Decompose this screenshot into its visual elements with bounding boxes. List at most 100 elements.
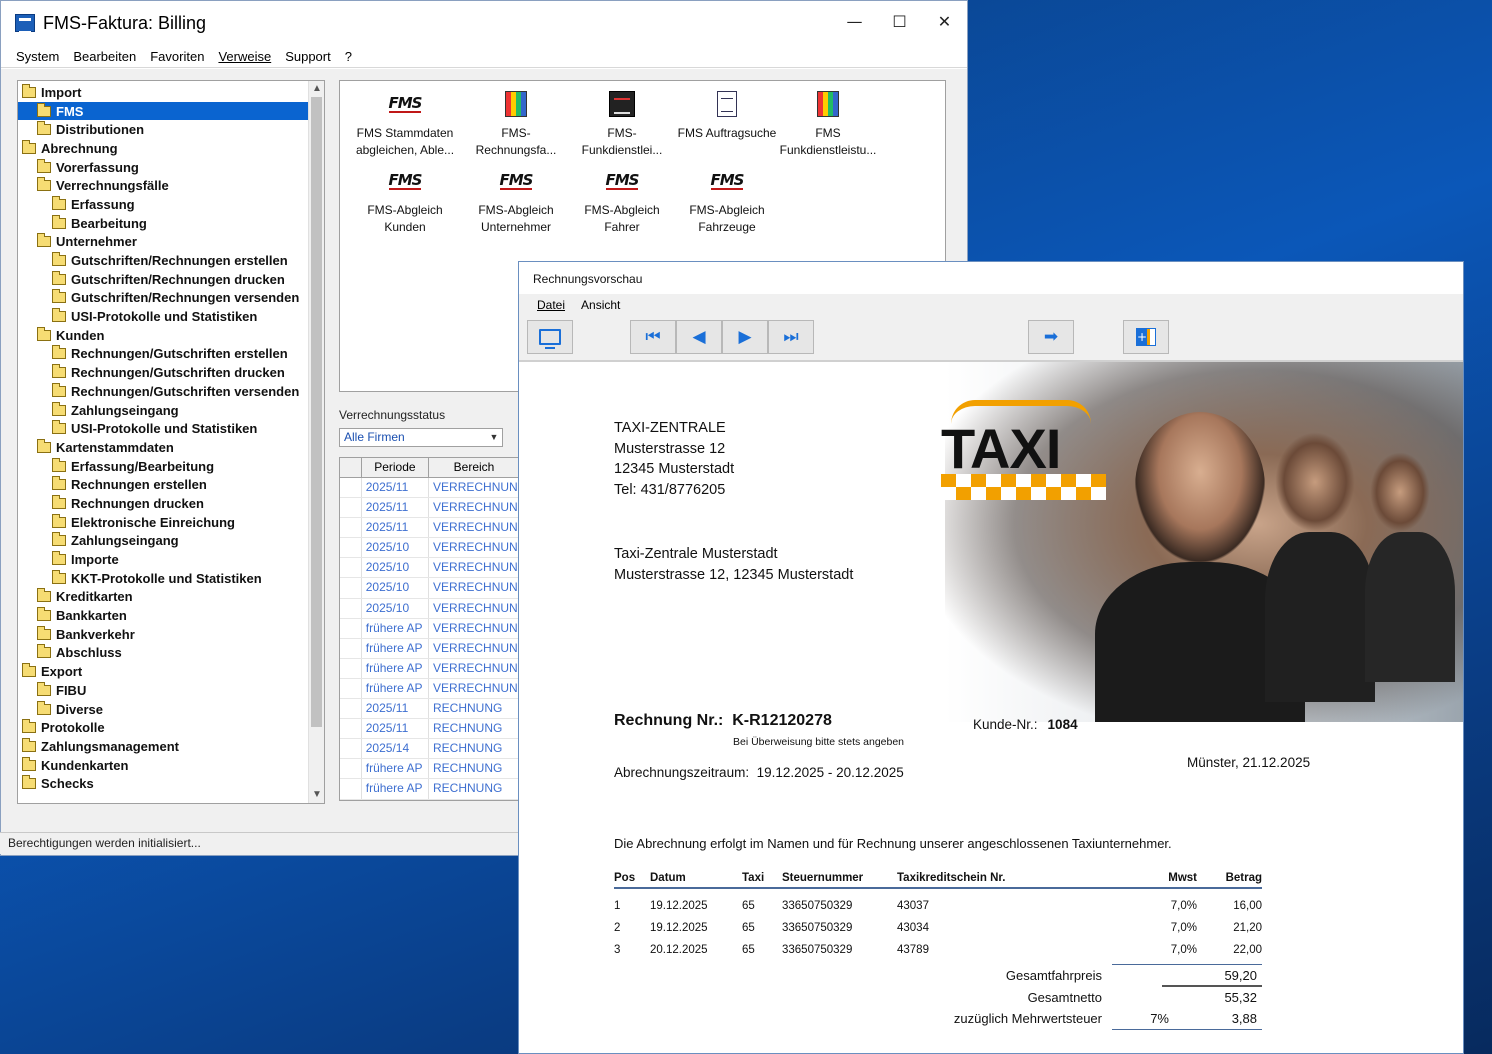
row-selector[interactable] (340, 518, 362, 538)
menu-support[interactable]: Support (285, 49, 331, 64)
tree-item[interactable]: Rechnungen drucken (18, 494, 310, 513)
grid-header-periode[interactable]: Periode (362, 458, 430, 477)
tree-item[interactable]: Rechnungen/Gutschriften drucken (18, 363, 310, 382)
tree-item[interactable]: Export (18, 662, 310, 681)
tree-item[interactable]: Schecks (18, 774, 310, 793)
table-row[interactable]: frühere APVERRECHNUNGS (340, 658, 520, 679)
tree-item[interactable]: Rechnungen erstellen (18, 475, 310, 494)
tree-item[interactable]: Import (18, 83, 310, 102)
function-shortcut[interactable]: FMS FMS Stammdaten abgleichen, Able... (350, 87, 460, 159)
menu-help[interactable]: ? (345, 49, 352, 64)
table-row[interactable]: 2025/11VERRECHNUNGS (340, 518, 520, 539)
tree-item[interactable]: Zahlungseingang (18, 532, 310, 551)
tree-item[interactable]: KKT-Protokolle und Statistiken (18, 569, 310, 588)
tree-item[interactable]: Erfassung/Bearbeitung (18, 457, 310, 476)
scroll-thumb[interactable] (311, 97, 322, 727)
tree-item[interactable]: Bearbeitung (18, 214, 310, 233)
table-row[interactable]: 2025/11VERRECHNUNGS (340, 478, 520, 499)
tree-item[interactable]: Abrechnung (18, 139, 310, 158)
tree-item[interactable]: Zahlungsmanagement (18, 737, 310, 756)
row-selector[interactable] (340, 759, 362, 779)
tree-item[interactable]: Distributionen (18, 120, 310, 139)
row-selector[interactable] (340, 538, 362, 558)
tree-item[interactable]: USI-Protokolle und Statistiken (18, 307, 310, 326)
table-row[interactable]: 2025/14 RECHNUNG (340, 739, 520, 760)
row-selector[interactable] (340, 478, 362, 498)
chevron-down-icon[interactable]: ▼ (486, 429, 502, 446)
maximize-button[interactable]: ☐ (877, 1, 922, 41)
tree-item[interactable]: Vorerfassung (18, 158, 310, 177)
navigation-tree[interactable]: Import FMS Distributionen Abrechnung Vorerfa… (17, 80, 325, 804)
tree-item[interactable]: Zahlungseingang (18, 401, 310, 420)
menu-verweise[interactable]: Verweise (218, 49, 271, 64)
scroll-down-icon[interactable]: ▼ (309, 787, 324, 803)
menu-favoriten[interactable]: Favoriten (150, 49, 204, 64)
row-selector[interactable] (340, 739, 362, 759)
goto-page-button[interactable]: ➡ (1028, 320, 1074, 354)
table-row[interactable]: frühere APVERRECHNUNGS (340, 638, 520, 659)
function-shortcut[interactable]: FMS Auftragsuche (672, 87, 782, 142)
function-shortcut[interactable]: FMS FMS-Abgleich Fahrzeuge (672, 164, 782, 236)
function-shortcut[interactable]: FMS-Funkdienstlei... (567, 87, 677, 159)
split-view-button[interactable]: + (1123, 320, 1169, 354)
row-selector[interactable] (340, 598, 362, 618)
company-select[interactable]: Alle Firmen ▼ (339, 428, 503, 447)
row-selector[interactable] (340, 558, 362, 578)
tree-item[interactable]: Unternehmer (18, 233, 310, 252)
tree-item[interactable]: Kartenstammdaten (18, 438, 310, 457)
row-selector[interactable] (340, 779, 362, 799)
function-shortcut[interactable]: FMS FMS-Abgleich Fahrer (567, 164, 677, 236)
tree-item[interactable]: FMS (18, 101, 310, 121)
tree-item[interactable]: Rechnungen/Gutschriften versenden (18, 382, 310, 401)
menu-system[interactable]: System (16, 49, 59, 64)
tree-item[interactable]: Protokolle (18, 718, 310, 737)
tree-item[interactable]: Bankverkehr (18, 625, 310, 644)
tree-item[interactable]: Kunden (18, 326, 310, 345)
first-page-button[interactable]: ⏮ (630, 320, 676, 354)
tree-item[interactable]: Rechnungen/Gutschriften erstellen (18, 345, 310, 364)
tree-item[interactable]: Erfassung (18, 195, 310, 214)
menu-bearbeiten[interactable]: Bearbeiten (73, 49, 136, 64)
menu-datei[interactable]: Datei (537, 298, 565, 312)
table-row[interactable]: frühere APVERRECHNUNGS (340, 618, 520, 639)
function-shortcut[interactable]: FMS FMS-Abgleich Kunden (350, 164, 460, 236)
tree-item[interactable]: FIBU (18, 681, 310, 700)
table-row[interactable]: 2025/11 RECHNUNG (340, 699, 520, 720)
table-row[interactable]: 2025/10VERRECHNUNGS (340, 558, 520, 579)
next-page-button[interactable]: ▶ (722, 320, 768, 354)
row-selector[interactable] (340, 719, 362, 739)
table-row[interactable]: 2025/10VERRECHNUNGS (340, 538, 520, 559)
tree-item[interactable]: Gutschriften/Rechnungen erstellen (18, 251, 310, 270)
row-selector[interactable] (340, 678, 362, 699)
grid-header-bereich[interactable]: Bereich (429, 458, 520, 477)
prev-page-button[interactable]: ◀ (676, 320, 722, 354)
function-shortcut[interactable]: FMS-Rechnungsfa... (461, 87, 571, 159)
function-shortcut[interactable]: FMS FMS-Abgleich Unternehmer (461, 164, 571, 236)
last-page-button[interactable]: ⏭ (768, 320, 814, 354)
table-row[interactable]: 2025/11VERRECHNUNGS (340, 498, 520, 519)
row-selector[interactable] (340, 578, 362, 598)
row-selector[interactable] (340, 618, 362, 638)
menu-ansicht[interactable]: Ansicht (581, 298, 620, 312)
tree-item[interactable]: Diverse (18, 700, 310, 719)
table-row[interactable]: frühere AP RECHNUNG (340, 759, 520, 780)
table-row[interactable]: frühere APVERRECHNUNGS (340, 678, 520, 700)
tree-item[interactable]: Kundenkarten (18, 756, 310, 775)
close-button[interactable]: ✕ (922, 1, 967, 41)
tree-item[interactable]: Gutschriften/Rechnungen versenden (18, 289, 310, 308)
minimize-button[interactable]: — (832, 1, 877, 41)
tree-item[interactable]: Bankkarten (18, 606, 310, 625)
table-row[interactable]: 2025/10VERRECHNUNGS (340, 598, 520, 619)
tree-item[interactable]: Gutschriften/Rechnungen drucken (18, 270, 310, 289)
tree-scrollbar[interactable]: ▲ ▼ (308, 81, 324, 803)
row-selector[interactable] (340, 498, 362, 518)
table-row[interactable]: 2025/10VERRECHNUNGS (340, 578, 520, 599)
screen-view-button[interactable] (527, 320, 573, 354)
tree-item[interactable]: Abschluss (18, 644, 310, 663)
row-selector[interactable] (340, 699, 362, 719)
tree-item[interactable]: Kreditkarten (18, 588, 310, 607)
table-row[interactable]: frühere AP RECHNUNG (340, 779, 520, 800)
tree-item[interactable]: USI-Protokolle und Statistiken (18, 419, 310, 438)
scroll-up-icon[interactable]: ▲ (309, 81, 324, 97)
table-row[interactable]: 2025/11 RECHNUNG (340, 719, 520, 740)
